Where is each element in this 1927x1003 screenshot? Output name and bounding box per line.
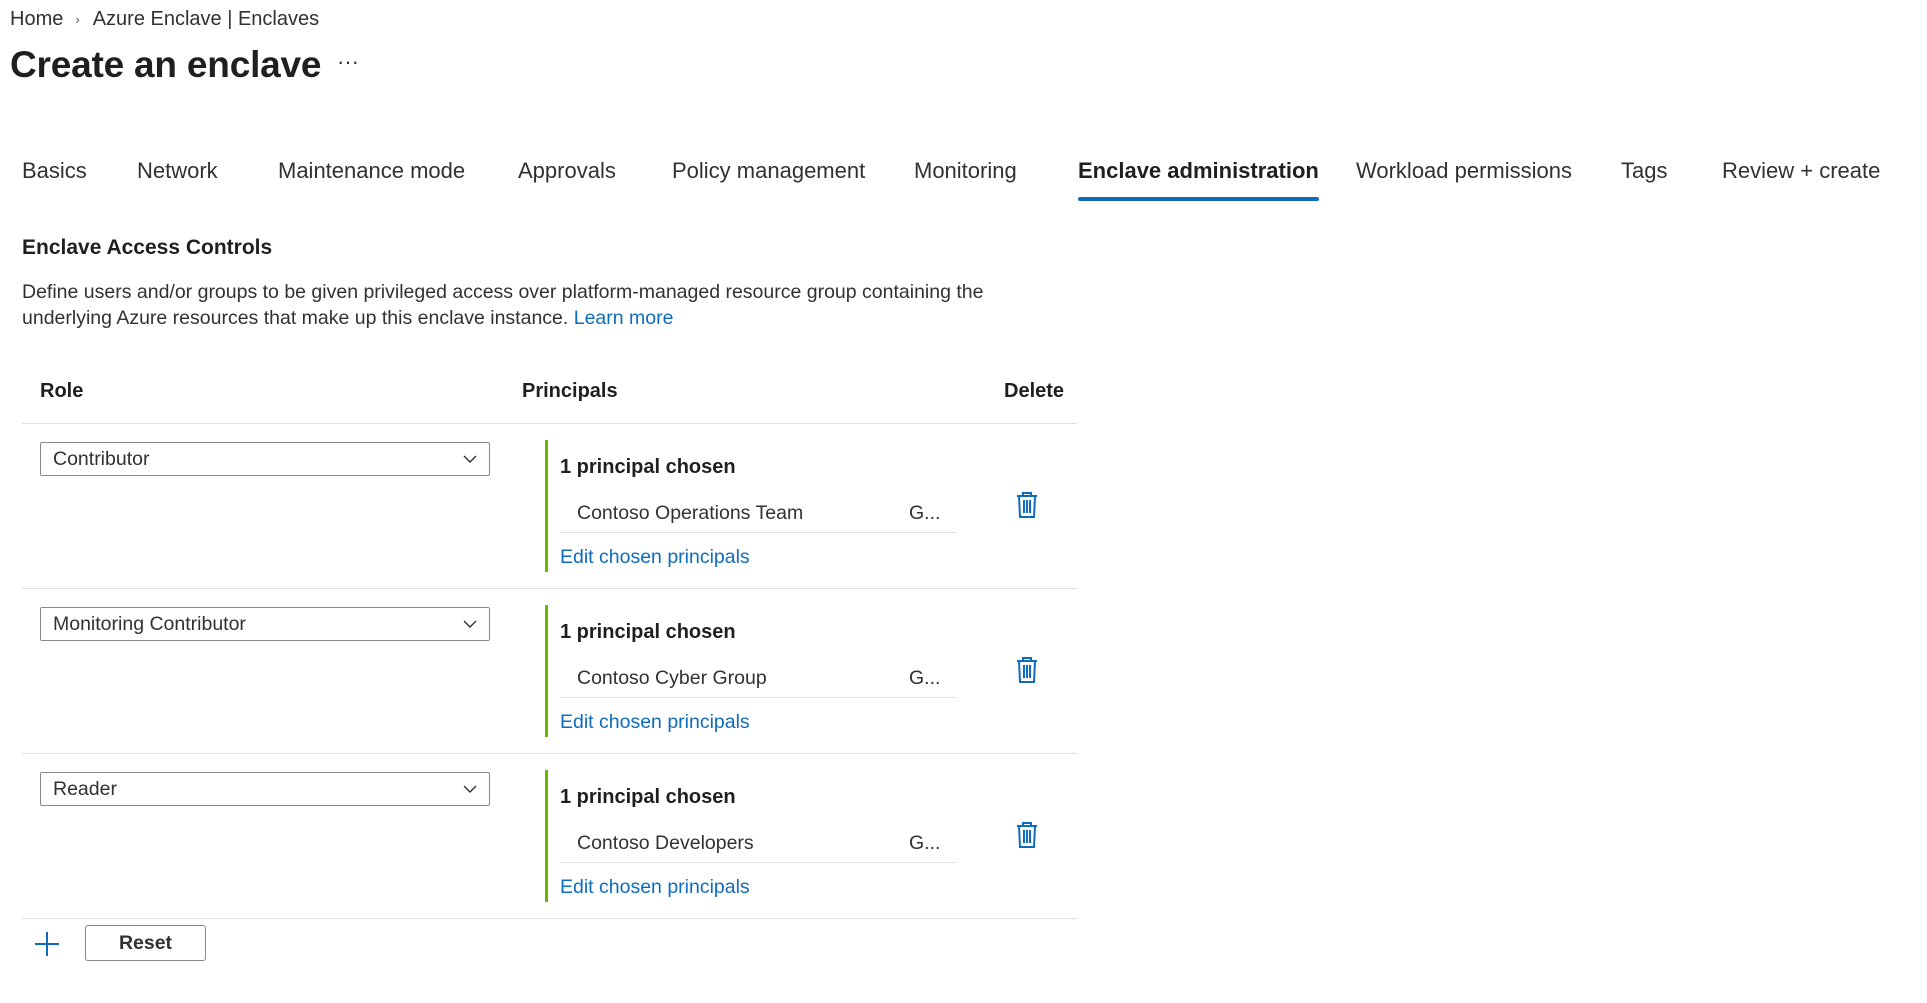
- role-dropdown[interactable]: Reader: [40, 772, 490, 806]
- row-divider: [22, 588, 1077, 589]
- reset-button[interactable]: Reset: [85, 925, 206, 961]
- tab-basics[interactable]: Basics: [22, 155, 87, 201]
- principals-panel: 1 principal chosen Contoso Operations Te…: [545, 440, 968, 572]
- column-header-delete: Delete: [1004, 380, 1065, 402]
- more-options-button[interactable]: ···: [334, 51, 362, 80]
- plus-icon: [35, 932, 59, 956]
- principal-divider: [560, 697, 956, 698]
- edit-chosen-principals-link[interactable]: Edit chosen principals: [560, 546, 750, 569]
- principal-divider: [560, 862, 956, 863]
- page-title: Create an enclave: [10, 44, 322, 85]
- principal-type: G...: [909, 667, 941, 689]
- delete-row-button[interactable]: [1013, 820, 1041, 850]
- principals-count: 1 principal chosen: [560, 456, 736, 478]
- principal-name: Contoso Operations Team: [577, 502, 804, 524]
- learn-more-link[interactable]: Learn more: [574, 307, 674, 329]
- breadcrumb: Home › Azure Enclave | Enclaves: [10, 6, 319, 32]
- delete-row-button[interactable]: [1013, 490, 1041, 520]
- principals-count: 1 principal chosen: [560, 786, 736, 808]
- principal-divider: [560, 532, 956, 533]
- trash-icon: [1017, 657, 1037, 683]
- row-divider: [22, 423, 1077, 424]
- chevron-down-icon: [463, 785, 477, 793]
- tab-tags[interactable]: Tags: [1621, 155, 1667, 201]
- tab-bar: Basics Network Maintenance mode Approval…: [0, 155, 1927, 201]
- edit-chosen-principals-link[interactable]: Edit chosen principals: [560, 876, 750, 899]
- trash-icon: [1017, 492, 1037, 518]
- add-row-button[interactable]: [32, 929, 62, 959]
- role-dropdown-value: Monitoring Contributor: [53, 613, 246, 635]
- active-tab-indicator: [1078, 197, 1319, 201]
- section-description-text: Define users and/or groups to be given p…: [22, 281, 984, 329]
- section-title: Enclave Access Controls: [22, 236, 273, 259]
- principals-count: 1 principal chosen: [560, 621, 736, 643]
- chevron-right-icon: ›: [75, 11, 80, 27]
- section-description: Define users and/or groups to be given p…: [22, 279, 1022, 331]
- column-header-principals: Principals: [522, 380, 618, 402]
- row-divider: [22, 753, 1077, 754]
- role-dropdown[interactable]: Monitoring Contributor: [40, 607, 490, 641]
- tab-approvals[interactable]: Approvals: [518, 155, 616, 201]
- delete-row-button[interactable]: [1013, 655, 1041, 685]
- tab-policy-management[interactable]: Policy management: [672, 155, 865, 201]
- chevron-down-icon: [463, 455, 477, 463]
- row-divider: [22, 918, 1077, 919]
- principal-name: Contoso Developers: [577, 832, 754, 854]
- tab-workload-permissions[interactable]: Workload permissions: [1356, 155, 1572, 201]
- tab-review-create[interactable]: Review + create: [1722, 155, 1880, 201]
- principal-type: G...: [909, 832, 941, 854]
- role-dropdown[interactable]: Contributor: [40, 442, 490, 476]
- edit-chosen-principals-link[interactable]: Edit chosen principals: [560, 711, 750, 734]
- principal-name: Contoso Cyber Group: [577, 667, 767, 689]
- tab-network[interactable]: Network: [137, 155, 218, 201]
- principals-panel: 1 principal chosen Contoso Cyber Group G…: [545, 605, 968, 737]
- chevron-down-icon: [463, 620, 477, 628]
- tab-maintenance-mode[interactable]: Maintenance mode: [278, 155, 465, 201]
- column-header-role: Role: [40, 380, 84, 402]
- breadcrumb-enclaves-link[interactable]: Azure Enclave | Enclaves: [93, 8, 319, 31]
- tab-enclave-administration[interactable]: Enclave administration: [1078, 155, 1319, 201]
- breadcrumb-home-link[interactable]: Home: [10, 8, 63, 31]
- trash-icon: [1017, 822, 1037, 848]
- principals-panel: 1 principal chosen Contoso Developers G.…: [545, 770, 968, 902]
- role-dropdown-value: Contributor: [53, 448, 150, 470]
- role-dropdown-value: Reader: [53, 778, 117, 800]
- principal-type: G...: [909, 502, 941, 524]
- tab-monitoring[interactable]: Monitoring: [914, 155, 1017, 201]
